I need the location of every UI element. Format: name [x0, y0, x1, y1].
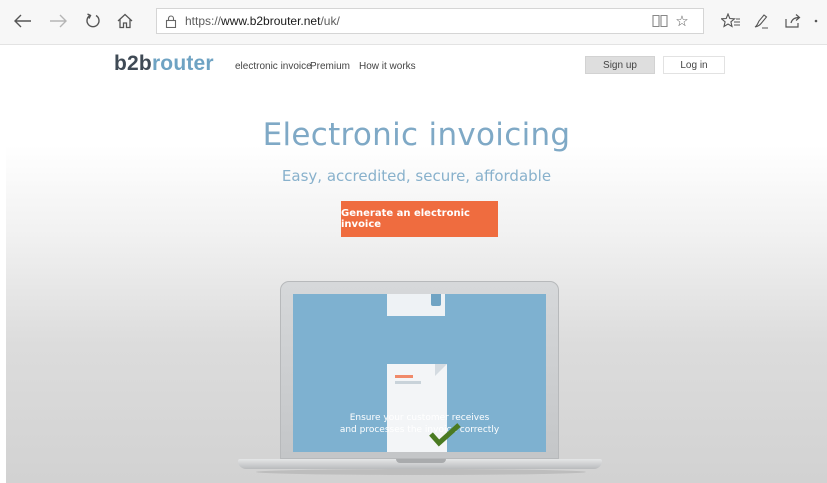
b2brouter-logo[interactable]: b2brouter: [114, 52, 214, 76]
screen-caption: Ensure your customer receives and proces…: [339, 413, 500, 435]
nav-premium[interactable]: Premium: [310, 61, 350, 72]
generate-invoice-button[interactable]: Generate an electronic invoice: [341, 201, 498, 237]
refresh-icon[interactable]: [80, 8, 106, 34]
back-arrow-icon[interactable]: [10, 8, 36, 34]
nav-electronic-invoice[interactable]: electronic invoice: [235, 61, 312, 72]
hero-title: Electronic invoicing: [262, 117, 571, 153]
home-icon[interactable]: [112, 8, 138, 34]
document-clip-icon: [431, 294, 441, 306]
document-icon: [387, 294, 445, 316]
address-bar[interactable]: https://www.b2brouter.net/uk/ ☆: [156, 8, 704, 34]
log-in-button[interactable]: Log in: [663, 56, 725, 74]
lock-icon: [165, 15, 177, 29]
favorite-star-icon[interactable]: ☆: [673, 12, 691, 30]
url-text: https://www.b2brouter.net/uk/: [185, 14, 340, 28]
reading-view-icon[interactable]: [651, 12, 669, 30]
sign-up-button[interactable]: Sign up: [585, 56, 655, 74]
favorites-hub-icon[interactable]: [718, 8, 744, 34]
nav-how-it-works[interactable]: How it works: [359, 61, 416, 72]
share-icon[interactable]: [780, 8, 806, 34]
pen-note-icon[interactable]: [748, 8, 774, 34]
web-page: b2brouter electronic invoice Premium How…: [6, 45, 827, 483]
more-dots-icon[interactable]: [810, 8, 822, 34]
checkmark-icon: [429, 422, 461, 448]
browser-toolbar: https://www.b2brouter.net/uk/ ☆: [0, 0, 827, 45]
forward-arrow-icon[interactable]: [45, 8, 71, 34]
laptop-screen: Ensure your customer receives and proces…: [293, 294, 546, 452]
hero-subtitle: Easy, accredited, secure, affordable: [281, 167, 552, 185]
